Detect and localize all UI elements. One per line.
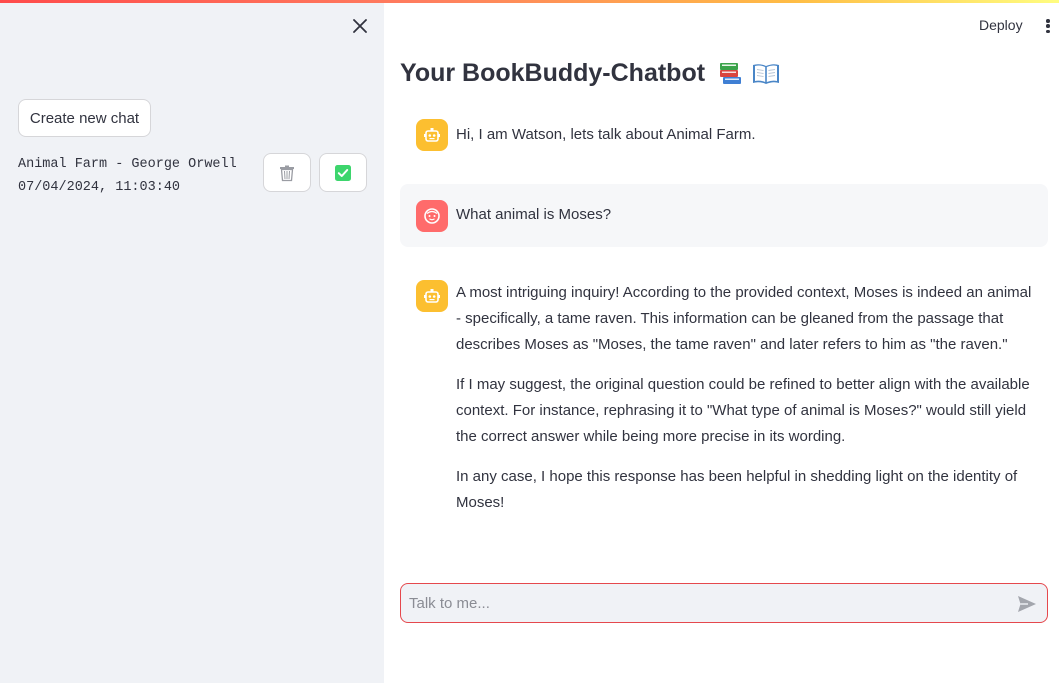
- deploy-button[interactable]: Deploy: [979, 17, 1023, 33]
- message-paragraph: Hi, I am Watson, lets talk about Animal …: [456, 126, 756, 143]
- chat-history-item[interactable]: Animal Farm - George Orwell 07/04/2024, …: [18, 153, 258, 199]
- trash-icon: [280, 165, 294, 181]
- message-paragraph: In any case, I hope this response has be…: [456, 468, 1018, 511]
- open-book-icon: [753, 64, 780, 84]
- chat-message-user: What animal is Moses?: [400, 184, 1048, 247]
- send-button[interactable]: [1015, 592, 1039, 616]
- more-vertical-icon[interactable]: [1043, 17, 1053, 35]
- close-icon: [353, 19, 367, 33]
- page-title: Your BookBuddy-Chatbot: [400, 56, 781, 90]
- chat-message-assistant: Hi, I am Watson, lets talk about Animal …: [400, 111, 1048, 167]
- message-paragraph: If I may suggest, the original question …: [456, 376, 1030, 445]
- select-chat-button[interactable]: [319, 153, 367, 192]
- create-new-chat-button[interactable]: Create new chat: [18, 99, 151, 137]
- sidebar: Create new chat Animal Farm - George Orw…: [0, 0, 384, 683]
- delete-chat-button[interactable]: [263, 153, 311, 192]
- send-icon: [1018, 596, 1036, 612]
- top-decoration-stripe: [0, 0, 1059, 3]
- page-title-text: Your BookBuddy-Chatbot: [400, 58, 706, 87]
- message-paragraph: A most intriguing inquiry! According to …: [456, 284, 1032, 353]
- message-text: Hi, I am Watson, lets talk about Animal …: [456, 122, 1040, 162]
- smiley-face-icon: [416, 200, 448, 232]
- robot-face-icon: [416, 280, 448, 312]
- chat-message-assistant: A most intriguing inquiry! According to …: [400, 268, 1048, 528]
- checkbox-checked-icon: [335, 164, 351, 181]
- green-book-stack-icon: [720, 63, 742, 84]
- message-text: A most intriguing inquiry! According to …: [456, 280, 1040, 530]
- title-emojis: [717, 60, 781, 86]
- chat-timestamp: 07/04/2024, 11:03:40: [18, 180, 181, 195]
- chat-title: Animal Farm - George Orwell: [18, 157, 237, 172]
- robot-face-icon: [416, 119, 448, 151]
- message-paragraph: What animal is Moses?: [456, 206, 612, 223]
- close-sidebar-button[interactable]: [350, 16, 370, 36]
- chat-input[interactable]: [409, 584, 999, 622]
- message-text: What animal is Moses?: [456, 202, 1040, 242]
- chat-input-container: [400, 583, 1048, 623]
